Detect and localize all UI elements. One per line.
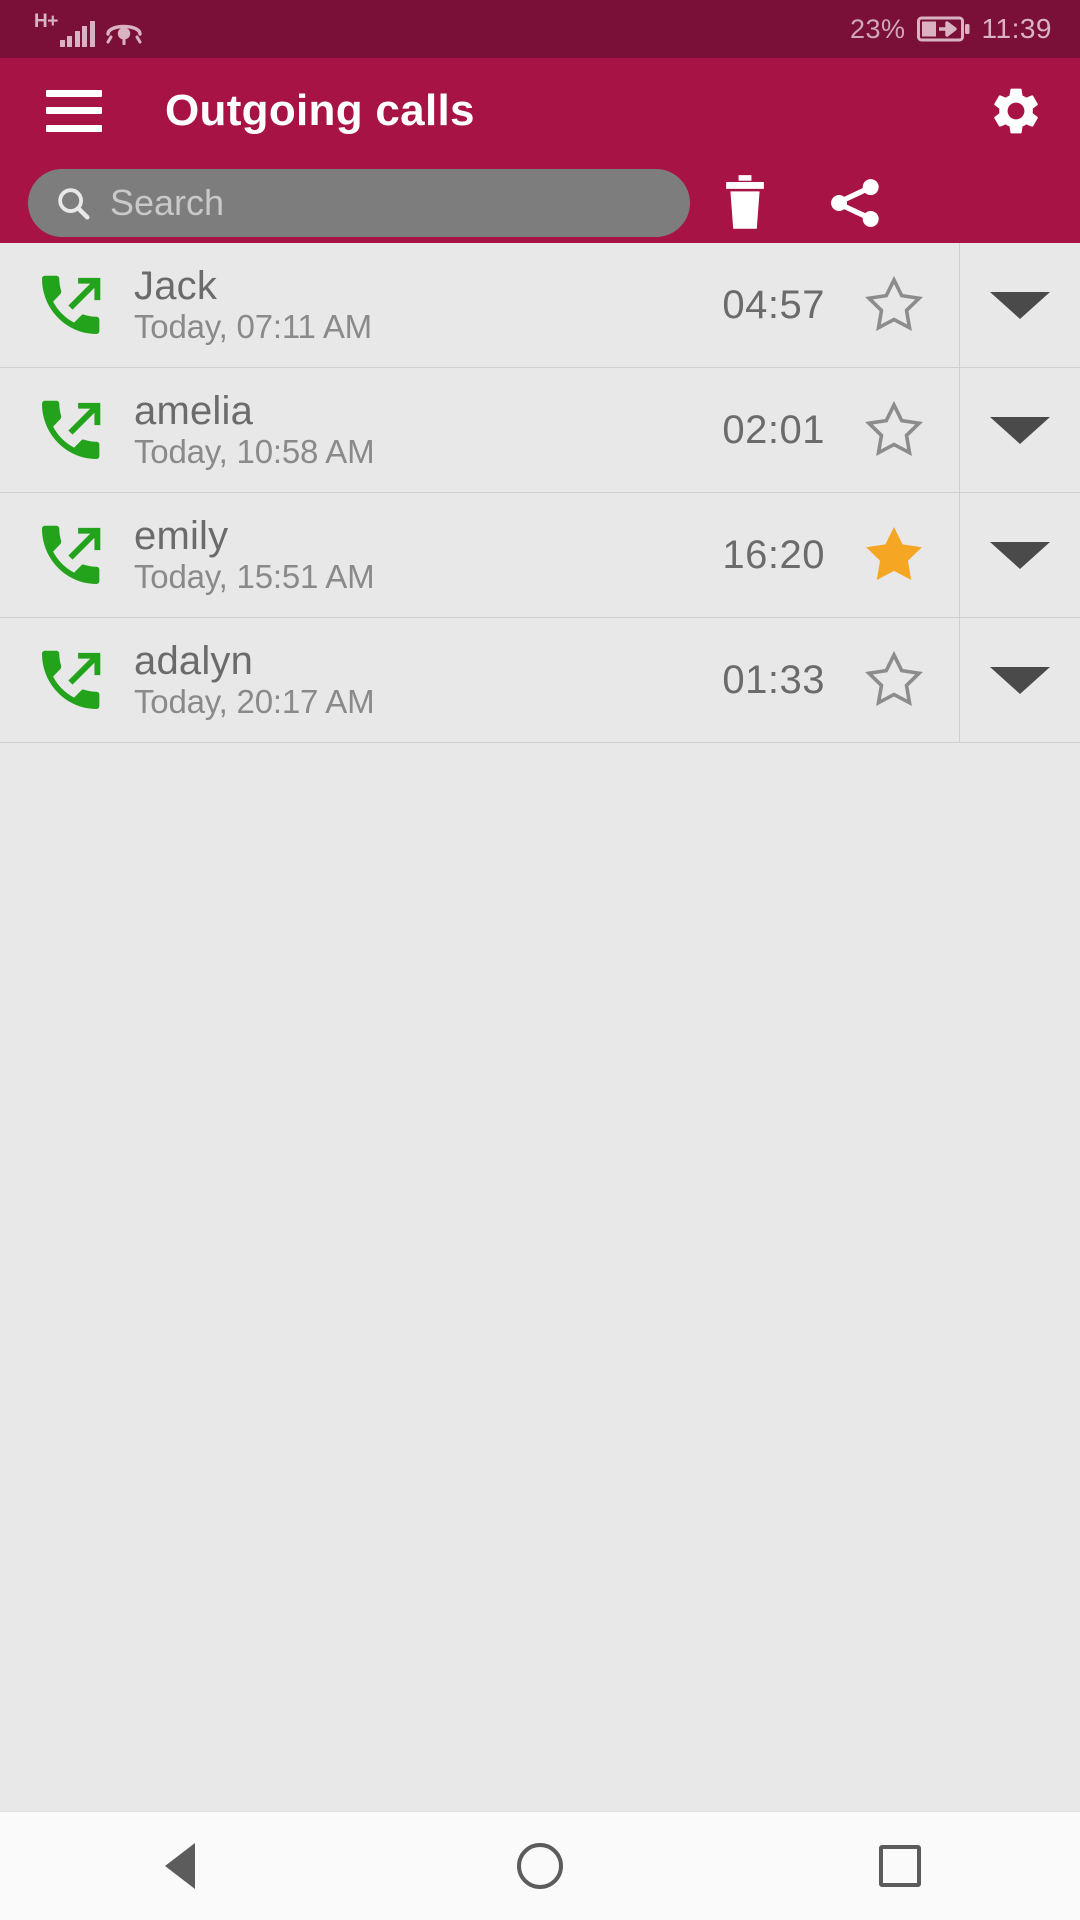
expand-button[interactable] bbox=[960, 243, 1080, 367]
expand-button[interactable] bbox=[960, 618, 1080, 742]
app-bar-top-row: Outgoing calls bbox=[0, 58, 1080, 163]
call-duration: 02:01 bbox=[722, 407, 825, 452]
call-timestamp: Today, 07:11 AM bbox=[134, 307, 372, 345]
chevron-down-icon bbox=[990, 666, 1050, 694]
nav-back-button[interactable] bbox=[100, 1812, 260, 1920]
chevron-down-icon bbox=[990, 541, 1050, 569]
battery-percent-label: 23% bbox=[849, 13, 906, 44]
call-row-main[interactable]: emily Today, 15:51 AM 16:20 bbox=[0, 493, 960, 617]
call-row-text: amelia Today, 10:58 AM bbox=[134, 390, 722, 470]
favorite-toggle[interactable] bbox=[851, 648, 937, 712]
status-bar-clock: 11:39 bbox=[981, 13, 1052, 44]
table-row[interactable]: amelia Today, 10:58 AM 02:01 bbox=[0, 368, 1080, 493]
search-row: Search bbox=[0, 163, 1080, 243]
table-row[interactable]: adalyn Today, 20:17 AM 01:33 bbox=[0, 618, 1080, 743]
chevron-down-icon bbox=[990, 291, 1050, 319]
recents-square-icon bbox=[879, 1845, 921, 1887]
outgoing-call-icon bbox=[42, 400, 101, 459]
trash-icon bbox=[726, 175, 764, 229]
contact-name: Jack bbox=[134, 263, 218, 308]
gear-icon[interactable] bbox=[988, 83, 1044, 139]
call-duration: 04:57 bbox=[722, 282, 825, 327]
call-timestamp: Today, 10:58 AM bbox=[134, 432, 375, 470]
call-row-main[interactable]: Jack Today, 07:11 AM 04:57 bbox=[0, 243, 960, 367]
delete-button[interactable] bbox=[690, 173, 800, 233]
network-type-label: H+ bbox=[34, 10, 58, 32]
outgoing-call-icon bbox=[42, 275, 101, 334]
star-outline-icon bbox=[865, 400, 923, 456]
back-triangle-icon bbox=[165, 1843, 195, 1889]
table-row[interactable]: Jack Today, 07:11 AM 04:57 bbox=[0, 243, 1080, 368]
call-row-main[interactable]: amelia Today, 10:58 AM 02:01 bbox=[0, 368, 960, 492]
outgoing-call-icon bbox=[42, 525, 101, 584]
status-bar: H+ 23% 11:39 bbox=[0, 0, 1080, 58]
chevron-down-icon bbox=[990, 416, 1050, 444]
star-outline-icon bbox=[865, 275, 923, 331]
favorite-toggle[interactable] bbox=[851, 273, 937, 337]
contact-name: amelia bbox=[134, 388, 254, 433]
system-navigation-bar bbox=[0, 1811, 1080, 1920]
contact-name: adalyn bbox=[134, 638, 254, 683]
share-button[interactable] bbox=[800, 174, 910, 232]
app-bar: Outgoing calls Search bbox=[0, 58, 1080, 243]
call-duration: 01:33 bbox=[722, 657, 825, 702]
star-outline-icon bbox=[865, 650, 923, 706]
table-row[interactable]: emily Today, 15:51 AM 16:20 bbox=[0, 493, 1080, 618]
page-title: Outgoing calls bbox=[165, 85, 475, 135]
status-bar-left: H+ bbox=[34, 12, 143, 47]
eye-icon bbox=[106, 24, 142, 45]
call-timestamp: Today, 15:51 AM bbox=[134, 557, 375, 595]
nav-recents-button[interactable] bbox=[820, 1812, 980, 1920]
status-bar-right: 23% 11:39 bbox=[850, 13, 1052, 45]
battery-charging-icon bbox=[916, 16, 969, 42]
call-row-text: emily Today, 15:51 AM bbox=[134, 515, 722, 595]
signal-bars-icon bbox=[59, 20, 95, 47]
call-row-main[interactable]: adalyn Today, 20:17 AM 01:33 bbox=[0, 618, 960, 742]
nav-home-button[interactable] bbox=[460, 1812, 620, 1920]
favorite-toggle[interactable] bbox=[851, 521, 937, 589]
home-circle-icon bbox=[517, 1843, 563, 1889]
favorite-toggle[interactable] bbox=[851, 398, 937, 462]
outgoing-call-icon bbox=[42, 650, 101, 709]
call-row-text: Jack Today, 07:11 AM bbox=[134, 265, 722, 345]
search-placeholder: Search bbox=[110, 182, 225, 223]
call-duration: 16:20 bbox=[722, 532, 825, 577]
phone-screen: H+ 23% 11:39 Outgoing calls Search Jack … bbox=[0, 0, 1080, 1920]
search-icon bbox=[58, 188, 90, 220]
star-filled-icon bbox=[866, 526, 922, 580]
expand-button[interactable] bbox=[960, 493, 1080, 617]
signal-indicator: H+ bbox=[34, 12, 95, 47]
share-icon bbox=[831, 179, 879, 227]
search-input[interactable]: Search bbox=[28, 169, 690, 237]
call-row-text: adalyn Today, 20:17 AM bbox=[134, 640, 722, 720]
call-list: Jack Today, 07:11 AM 04:57 amelia Today,… bbox=[0, 243, 1080, 1811]
contact-name: emily bbox=[134, 513, 229, 558]
call-timestamp: Today, 20:17 AM bbox=[134, 682, 375, 720]
expand-button[interactable] bbox=[960, 368, 1080, 492]
hamburger-menu-icon[interactable] bbox=[46, 89, 102, 132]
